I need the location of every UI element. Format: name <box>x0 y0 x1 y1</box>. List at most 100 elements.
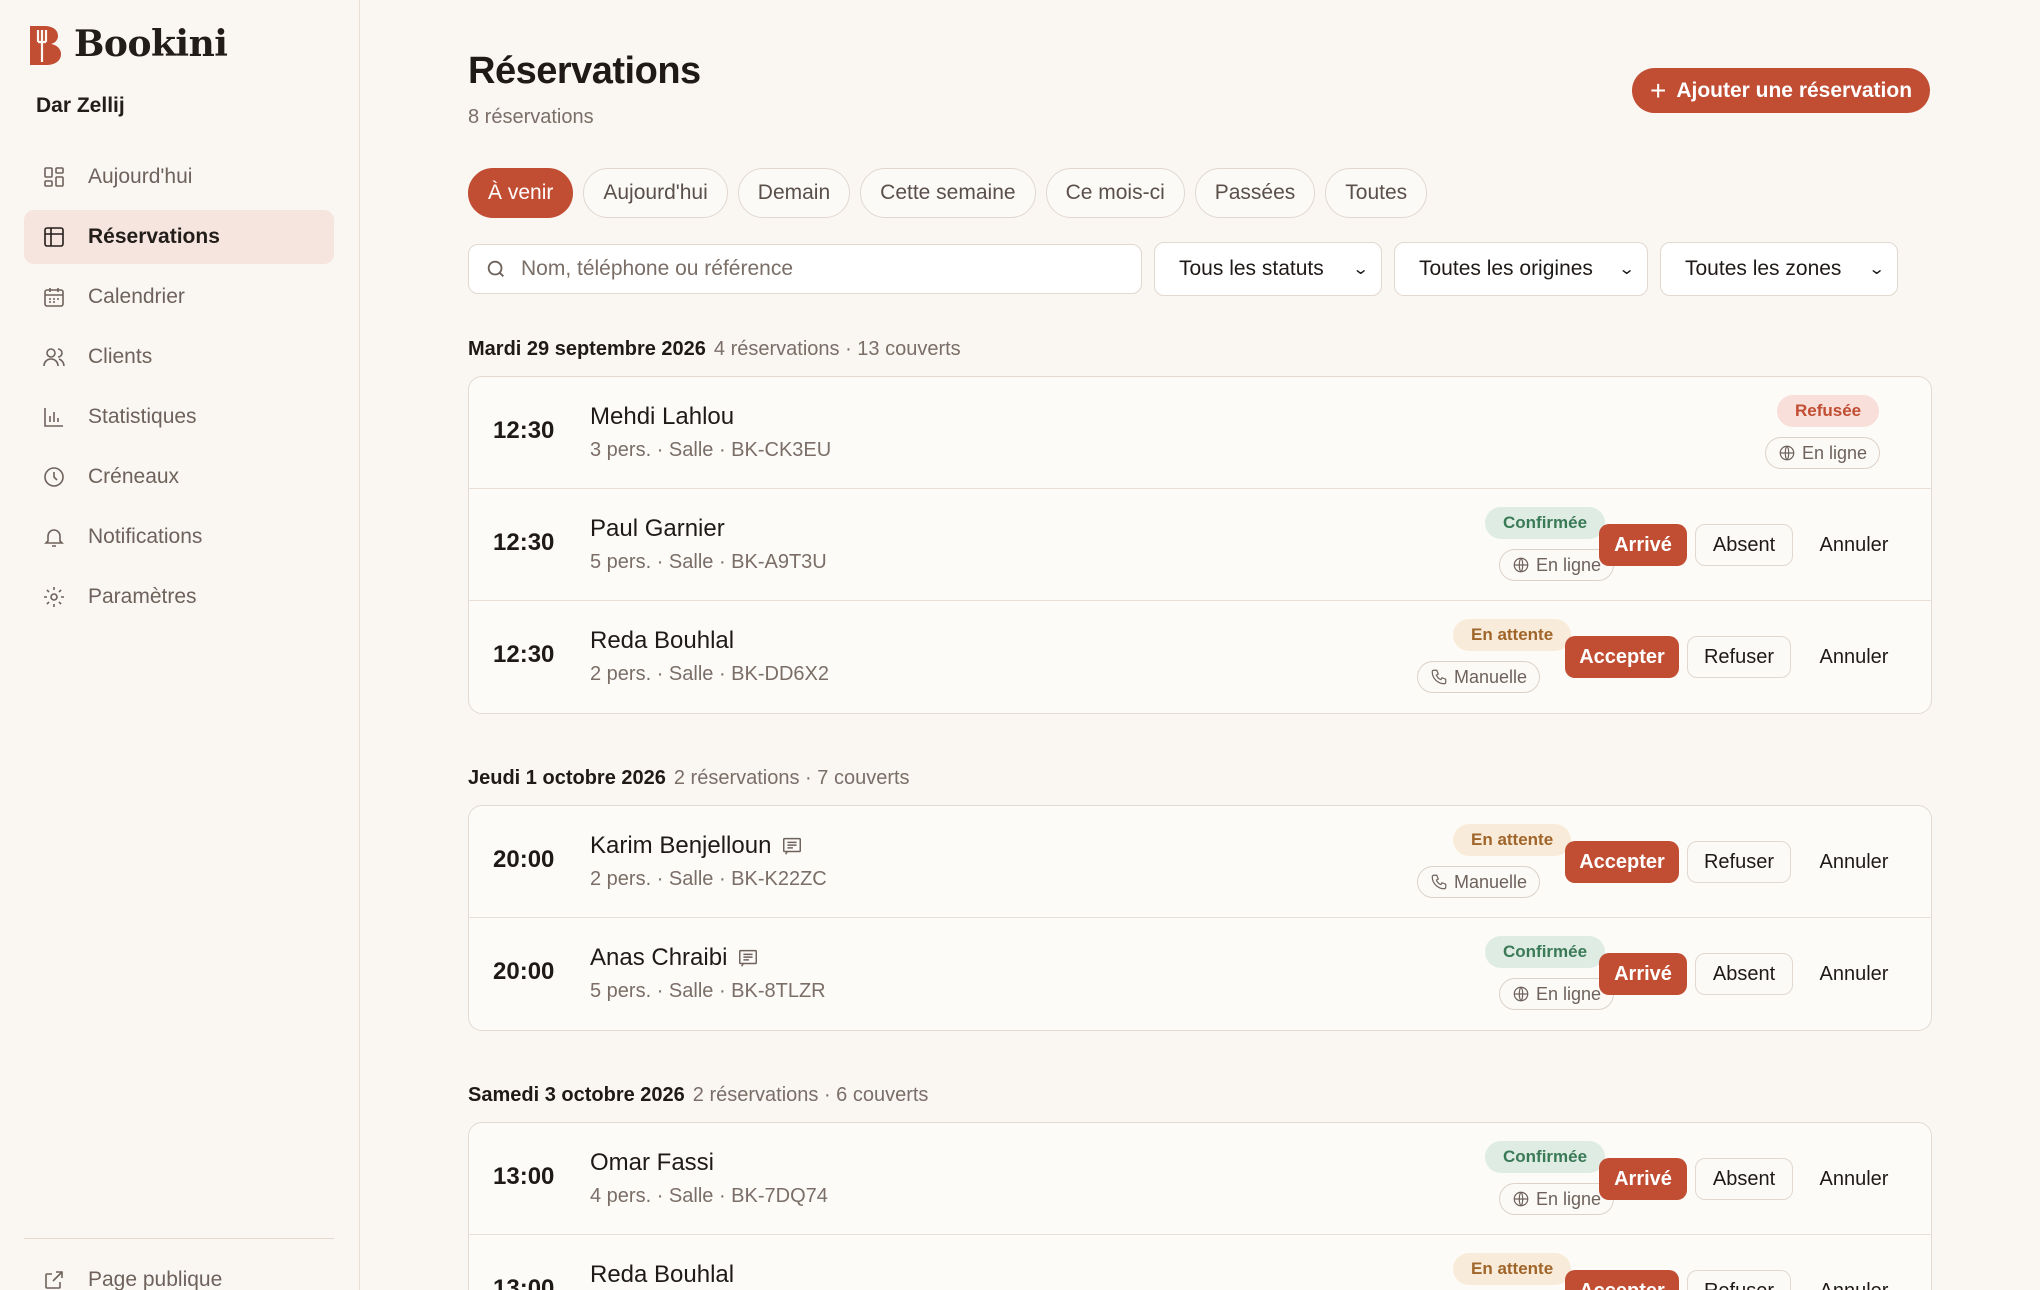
reservation-card: 13:00 Omar Fassi 4 pers. · Salle · BK-7D… <box>468 1122 1932 1290</box>
reservation-details: 5 pers. · Salle · BK-8TLZR <box>590 980 826 1002</box>
phone-icon <box>1431 874 1447 890</box>
tab-upcoming[interactable]: À venir <box>468 168 574 218</box>
sidebar-item-label: Notifications <box>88 525 203 548</box>
venue-name: Dar Zellij <box>36 94 125 117</box>
reservation-row[interactable]: 20:00 Anas Chraibi 5 pers. · Salle · BK-… <box>469 918 1931 1030</box>
cancel-reservation-button[interactable]: Annuler <box>1801 841 1907 883</box>
refuse-button[interactable]: Refuser <box>1687 841 1791 883</box>
tab-this-month[interactable]: Ce mois-ci <box>1045 168 1185 218</box>
table-icon <box>44 227 64 247</box>
external-link-icon <box>45 1271 63 1289</box>
sidebar: Bookini Dar Zellij Aujourd'hui Réservati… <box>0 0 360 1290</box>
accept-button[interactable]: Accepter <box>1565 841 1679 883</box>
search-input[interactable] <box>521 257 1121 281</box>
mark-absent-button[interactable]: Absent <box>1695 524 1793 566</box>
group-date: Jeudi 1 octobre 2026 <box>468 767 666 789</box>
brand-logo[interactable]: Bookini <box>24 22 228 66</box>
status-badge: En attente <box>1453 824 1572 856</box>
sidebar-divider <box>24 1238 334 1239</box>
tab-today[interactable]: Aujourd'hui <box>583 168 728 218</box>
reservation-row[interactable]: 13:00 Omar Fassi 4 pers. · Salle · BK-7D… <box>469 1123 1931 1235</box>
gear-icon <box>44 587 64 607</box>
guest-name: Paul Garnier <box>590 515 725 542</box>
chevron-down-icon: ⌄ <box>1617 261 1636 278</box>
origin-badge: En ligne <box>1499 1183 1615 1215</box>
chevron-down-icon: ⌄ <box>1351 261 1370 278</box>
bar-chart-icon <box>44 408 63 427</box>
sidebar-item-statistics[interactable]: Statistiques <box>24 390 334 444</box>
add-reservation-label: Ajouter une réservation <box>1676 78 1913 102</box>
page-title: Réservations <box>468 50 701 92</box>
sidebar-item-calendar[interactable]: Calendrier <box>24 270 334 324</box>
status-badge: Confirmée <box>1485 1141 1606 1173</box>
reservation-time: 12:30 <box>493 417 555 444</box>
reservation-details: 5 pers. · Salle · BK-A9T3U <box>590 551 827 573</box>
filters-bar: Tous les statuts ⌄ Toutes les origines ⌄… <box>468 242 1898 296</box>
sidebar-item-slots[interactable]: Créneaux <box>24 450 334 504</box>
tab-past[interactable]: Passées <box>1194 168 1316 218</box>
refuse-button[interactable]: Refuser <box>1687 1270 1791 1290</box>
reservation-row[interactable]: 12:30 Paul Garnier 5 pers. · Salle · BK-… <box>469 489 1931 601</box>
reservation-row[interactable]: 13:00 Reda Bouhlal En attente Accepter R… <box>469 1235 1931 1290</box>
accept-button[interactable]: Accepter <box>1565 1270 1679 1290</box>
reservation-details: 3 pers. · Salle · BK-CK3EU <box>590 439 832 461</box>
reservation-row[interactable]: 20:00 Karim Benjelloun 2 pers. · Salle ·… <box>469 806 1931 918</box>
sidebar-item-settings[interactable]: Paramètres <box>24 570 334 624</box>
reservation-card: 20:00 Karim Benjelloun 2 pers. · Salle ·… <box>468 805 1932 1031</box>
globe-icon <box>1513 557 1529 573</box>
sidebar-item-label: Créneaux <box>88 465 180 488</box>
status-select-value: Tous les statuts <box>1179 257 1324 280</box>
tab-this-week[interactable]: Cette semaine <box>860 168 1036 218</box>
zone-select[interactable]: Toutes les zones ⌄ <box>1660 242 1898 296</box>
tab-tomorrow[interactable]: Demain <box>737 168 851 218</box>
tab-all[interactable]: Toutes <box>1325 168 1428 218</box>
cancel-reservation-button[interactable]: Annuler <box>1801 636 1907 678</box>
status-badge: En attente <box>1453 619 1572 651</box>
sidebar-item-reservations[interactable]: Réservations <box>24 210 334 264</box>
calendar-icon <box>44 288 64 307</box>
sidebar-item-today[interactable]: Aujourd'hui <box>24 150 334 204</box>
guest-name: Reda Bouhlal <box>590 1261 735 1288</box>
reservation-count: 8 réservations <box>468 106 594 128</box>
guest-name: Karim Benjelloun <box>590 832 803 860</box>
mark-arrived-button[interactable]: Arrivé <box>1599 1158 1687 1200</box>
origin-badge: En ligne <box>1765 437 1881 469</box>
clock-icon <box>44 467 64 487</box>
sidebar-item-label: Statistiques <box>88 405 197 428</box>
status-select[interactable]: Tous les statuts ⌄ <box>1154 242 1382 296</box>
reservation-details: 2 pers. · Salle · BK-K22ZC <box>590 868 827 890</box>
status-badge: En attente <box>1453 1253 1572 1285</box>
add-reservation-button[interactable]: + Ajouter une réservation <box>1632 68 1930 113</box>
cancel-reservation-button[interactable]: Annuler <box>1801 1158 1907 1200</box>
guest-name: Mehdi Lahlou <box>590 403 735 430</box>
cancel-reservation-button[interactable]: Annuler <box>1801 953 1907 995</box>
reservation-row[interactable]: 12:30 Mehdi Lahlou 3 pers. · Salle · BK-… <box>469 377 1931 489</box>
reservation-row[interactable]: 12:30 Reda Bouhlal 2 pers. · Salle · BK-… <box>469 601 1931 713</box>
reservation-time: 12:30 <box>493 529 555 556</box>
refuse-button[interactable]: Refuser <box>1687 636 1791 678</box>
mark-absent-button[interactable]: Absent <box>1695 1158 1793 1200</box>
status-badge: Confirmée <box>1485 507 1606 539</box>
guest-name: Anas Chraibi <box>590 944 759 972</box>
plus-icon: + <box>1649 74 1667 106</box>
mark-arrived-button[interactable]: Arrivé <box>1599 953 1687 995</box>
mark-arrived-button[interactable]: Arrivé <box>1599 524 1687 566</box>
cancel-reservation-button[interactable]: Annuler <box>1801 1270 1907 1290</box>
period-tabs: À venir Aujourd'hui Demain Cette semaine… <box>468 168 1428 218</box>
sidebar-nav: Aujourd'hui Réservations Calendrier Clie… <box>24 150 334 630</box>
sidebar-item-notifications[interactable]: Notifications <box>24 510 334 564</box>
public-page-link[interactable]: Page publique <box>42 1268 222 1290</box>
mark-absent-button[interactable]: Absent <box>1695 953 1793 995</box>
public-page-label: Page publique <box>88 1268 223 1290</box>
group-date: Samedi 3 octobre 2026 <box>468 1084 685 1106</box>
reservation-details: 2 pers. · Salle · BK-DD6X2 <box>590 663 829 685</box>
globe-icon <box>1513 1191 1529 1207</box>
sidebar-item-clients[interactable]: Clients <box>24 330 334 384</box>
cancel-reservation-button[interactable]: Annuler <box>1801 524 1907 566</box>
sidebar-item-label: Aujourd'hui <box>88 165 193 188</box>
accept-button[interactable]: Accepter <box>1565 636 1679 678</box>
status-badge: Confirmée <box>1485 936 1606 968</box>
users-icon <box>43 348 65 367</box>
origin-select[interactable]: Toutes les origines ⌄ <box>1394 242 1648 296</box>
status-badge: Refusée <box>1777 395 1880 427</box>
